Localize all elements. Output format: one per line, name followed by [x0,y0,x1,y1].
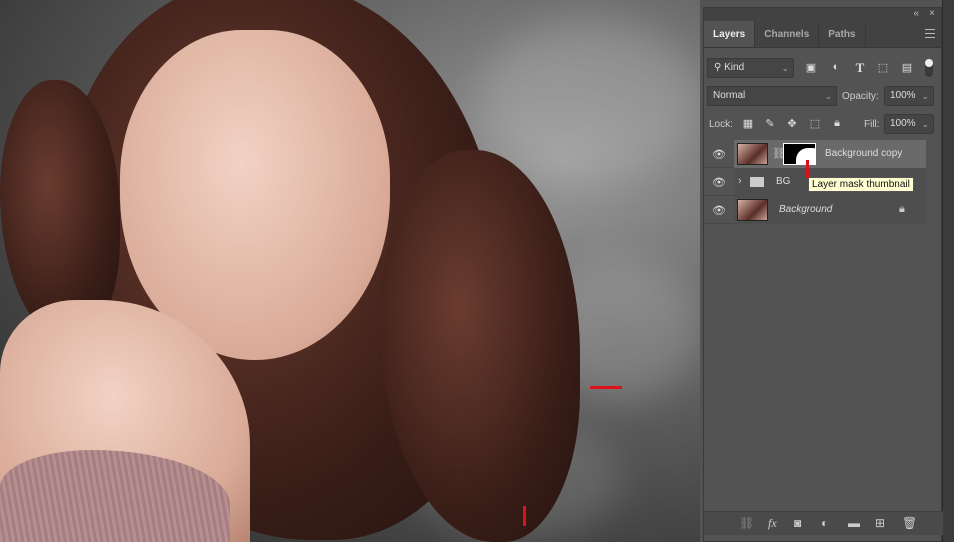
opacity-input[interactable]: 100% ⌄ [884,86,934,106]
red-arrow-up [523,506,526,526]
layer-name[interactable]: Background copy [825,148,902,159]
tab-paths[interactable]: Paths [819,21,866,47]
right-dock-strip [942,0,954,542]
collapse-icon[interactable]: « [913,8,919,19]
image-filter-icon[interactable]: ▣ [804,61,818,74]
tab-channels[interactable]: Channels [755,21,820,47]
layer-thumbnail[interactable] [737,143,768,165]
chevron-down-icon[interactable]: ⌄ [921,115,929,133]
red-arrow-up-mask [806,160,809,178]
panel-tabs: Layers Channels Paths [704,21,941,48]
opacity-label: Opacity: [842,91,879,102]
layers-bottom-bar: ⛓ fx ◙ ◐ ▬ ⊞ 🗑︎ [704,511,943,535]
document-canvas[interactable] [0,0,700,542]
tab-layers[interactable]: Layers [704,21,756,47]
visibility-eye-icon[interactable]: 👁︎ [712,176,726,189]
new-group-icon[interactable]: ▬ [848,516,860,530]
lock-label: Lock: [709,119,733,130]
lock-all-icon[interactable]: 🔒︎ [830,117,844,130]
filter-kind-select[interactable]: ⚲ Kind ⌄ [707,58,794,78]
link-layers-icon[interactable]: ⛓ [739,516,754,530]
tooltip: Layer mask thumbnail [808,177,914,192]
face [120,30,390,360]
new-layer-icon[interactable]: ⊞ [875,516,885,530]
visibility-eye-icon[interactable]: 👁︎ [712,204,726,217]
expand-chevron-icon[interactable]: › [738,175,742,187]
chevron-down-icon: ⌄ [781,63,789,73]
panel-menu-icon[interactable] [925,29,935,38]
layer-background-copy[interactable]: 👁︎ ⛓ Background copy [704,140,926,168]
adjustment-filter-icon[interactable]: ◐ [829,61,843,73]
layer-mask-thumbnail[interactable] [783,143,816,165]
close-icon[interactable]: × [929,8,935,19]
lock-position-icon[interactable]: ✥ [785,117,799,130]
smart-object-filter-icon[interactable]: ▤ [900,61,914,74]
filter-toggle[interactable] [925,59,933,77]
layer-name[interactable]: Background [779,204,832,215]
layer-thumbnail[interactable] [737,199,768,221]
search-icon: ⚲ [714,62,725,73]
lock-icon: 🔒︎ [899,203,905,215]
type-filter-icon[interactable]: T [853,60,867,76]
lock-image-pixels-icon[interactable]: ✎ [763,117,777,130]
adjustment-layer-icon[interactable]: ◐ [821,516,828,530]
layer-background[interactable]: 👁︎ Background 🔒︎ [704,196,926,224]
red-arrow-right [590,386,622,389]
blend-mode-select[interactable]: Normal ⌄ [707,86,837,106]
delete-layer-icon[interactable]: 🗑︎ [902,516,917,530]
chevron-down-icon[interactable]: ⌄ [921,87,929,105]
lock-transparent-pixels-icon[interactable]: ▦ [741,117,755,130]
layer-name[interactable]: BG [776,176,790,187]
fx-icon[interactable]: fx [768,516,777,531]
fill-label: Fill: [864,119,880,130]
layers-panel: « × Layers Channels Paths ⚲ Kind ⌄ ▣ ◐ T … [703,7,943,542]
fill-input[interactable]: 100% ⌄ [884,114,934,134]
folder-icon [750,177,764,187]
lock-artboard-icon[interactable]: ⬚ [808,117,822,130]
add-mask-icon[interactable]: ◙ [794,516,801,530]
shape-filter-icon[interactable]: ⬚ [876,61,890,74]
chevron-down-icon: ⌄ [824,91,832,101]
visibility-eye-icon[interactable]: 👁︎ [712,148,726,161]
